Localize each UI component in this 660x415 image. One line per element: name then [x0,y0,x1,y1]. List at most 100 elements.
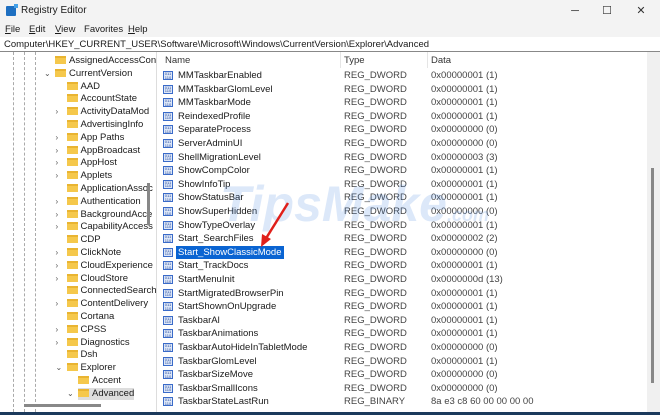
chevron-right-icon[interactable]: › [56,196,59,208]
tree-node[interactable]: › CloudStore [56,273,129,285]
tree-vertical-scrollbar[interactable] [147,183,150,225]
tree-node[interactable]: › Diagnostics [56,337,130,349]
menu-help[interactable]: Help [128,24,148,35]
value-type: REG_DWORD [344,274,407,285]
column-header-name[interactable]: Name [165,55,190,66]
chevron-down-icon[interactable]: ⌄ [44,68,51,80]
value-row[interactable]: 011 110 TaskbarAnimations REG_DWORD 0x000000… [160,327,647,340]
chevron-right-icon[interactable]: › [56,273,59,285]
value-row[interactable]: 011 110 StartMenuInit REG_DWORD 0x0000000d (… [160,273,647,286]
value-row[interactable]: 011 110 ShowInfoTip REG_DWORD 0x00000001 (1) [160,178,647,191]
chevron-down-icon[interactable]: ⌄ [67,388,74,400]
value-row[interactable]: 011 110 SeparateProcess REG_DWORD 0x00000000… [160,123,647,136]
scrollbar-thumb[interactable] [651,168,654,383]
tree-node[interactable]: ApplicationAssoc [66,183,153,195]
menu-view[interactable]: View [55,24,75,35]
chevron-right-icon[interactable]: › [56,132,59,144]
address-bar[interactable]: Computer\HKEY_CURRENT_USER\Software\Micr… [0,37,660,52]
value-name: MMTaskbarMode [178,97,251,109]
menu-edit[interactable]: Edit [29,24,45,35]
value-row[interactable]: 011 110 ShowCompColor REG_DWORD 0x00000001 (… [160,164,647,177]
tree-node[interactable]: Cortana [66,311,114,323]
close-button[interactable]: ✕ [624,0,658,22]
tree-node[interactable]: › Applets [56,170,113,182]
value-row[interactable]: 011 110 Start_TrackDocs REG_DWORD 0x00000001… [160,259,647,272]
tree-node[interactable]: › AppBroadcast [56,145,141,157]
value-row[interactable]: 011 110 StartShownOnUpgrade REG_DWORD 0x0000… [160,300,647,313]
value-row[interactable]: 011 110 ServerAdminUI REG_DWORD 0x00000000 (… [160,137,647,150]
value-row[interactable]: 011 110 Start_ShowClassicMode REG_DWORD 0x00… [160,245,647,259]
chevron-right-icon[interactable]: › [56,170,59,182]
value-type: REG_DWORD [344,246,407,258]
column-separator[interactable] [427,52,428,68]
chevron-right-icon[interactable]: › [56,260,59,272]
value-row[interactable]: 011 110 ShowTypeOverlay REG_DWORD 0x00000001… [160,219,647,232]
chevron-right-icon[interactable]: › [56,221,59,233]
column-header-type[interactable]: Type [344,55,365,66]
value-row[interactable]: 011 110 MMTaskbarGlomLevel REG_DWORD 0x00000… [160,83,647,96]
menu-favorites[interactable]: Favorites [84,24,123,35]
tree-node-label: App Paths [80,131,125,143]
value-row[interactable]: 011 110 ShowSuperHidden REG_DWORD 0x00000000… [160,205,647,218]
value-row[interactable]: 011 110 TaskbarGlomLevel REG_DWORD 0x0000000… [160,355,647,368]
tree-node[interactable]: ⌄ CurrentVersion [44,68,132,80]
tree-node[interactable]: › CloudExperience [56,260,153,272]
chevron-right-icon[interactable]: › [56,298,59,310]
chevron-down-icon[interactable]: ⌄ [56,362,63,374]
folder-icon [66,222,78,231]
tree-node[interactable]: › App Paths [56,131,125,144]
tree-node[interactable]: › ContentDelivery [56,298,149,310]
value-row[interactable]: 011 110 TaskbarStateLastRun REG_BINARY 8a e3… [160,395,647,408]
maximize-button[interactable]: ☐ [590,0,624,22]
tree-node[interactable]: › CapabilityAccess [56,221,153,233]
value-row[interactable]: 011 110 ShowStatusBar REG_DWORD 0x00000001 (… [160,191,647,204]
chevron-right-icon[interactable]: › [56,106,59,118]
minimize-button[interactable]: ─ [558,0,592,22]
value-row[interactable]: 011 110 TaskbarAl REG_DWORD 0x00000001 (1) [160,314,647,327]
values-list[interactable]: Name Type Data 011 110 MMTaskbarEnabled REG… [160,52,647,412]
tree-node[interactable]: ⌄ Advanced [67,387,135,400]
value-name: TaskbarAutoHideInTabletMode [178,342,308,353]
value-row[interactable]: 011 110 TaskbarAutoHideInTabletMode REG_DWO… [160,341,647,354]
tree-node[interactable]: › CPSS [56,324,107,336]
tree-horizontal-scrollbar[interactable] [24,404,101,407]
chevron-right-icon[interactable]: › [56,337,59,349]
tree-node[interactable]: AccountState [66,93,137,105]
chevron-right-icon[interactable]: › [56,145,59,157]
tree-node-label: BackgroundAcce [80,208,153,220]
chevron-right-icon[interactable]: › [56,324,59,336]
tree-node[interactable]: Accent [78,375,121,387]
tree-node[interactable]: › BackgroundAcce [56,208,153,221]
folder-icon [66,235,78,244]
value-data: 0x00000002 (2) [431,233,498,245]
tree-node[interactable]: ⌄ Explorer [56,362,116,374]
tree-node[interactable]: ConnectedSearch [66,285,156,297]
values-vertical-scrollbar[interactable] [647,52,660,412]
tree-node[interactable]: AssignedAccessCon [55,55,156,67]
menu-file[interactable]: File [5,24,20,35]
tree-node[interactable]: › ActivityDataMod [56,106,150,118]
tree-node[interactable]: AdvertisingInfo [66,119,143,131]
tree-node[interactable]: Dsh [66,349,97,361]
value-row[interactable]: 011 110 StartMigratedBrowserPin REG_DWORD 0x… [160,287,647,300]
tree-node[interactable]: › Authentication [56,196,141,208]
chevron-right-icon[interactable]: › [56,157,59,169]
column-separator[interactable] [340,52,341,68]
tree-node[interactable]: AAD [66,81,100,93]
tree-node[interactable]: CDP [66,234,101,246]
folder-icon [66,248,78,256]
tree-node[interactable]: › AppHost [56,157,117,169]
chevron-right-icon[interactable]: › [56,209,59,221]
value-row[interactable]: 011 110 Start_SearchFiles REG_DWORD 0x000000… [160,232,647,245]
value-row[interactable]: 011 110 ReindexedProfile REG_DWORD 0x0000000… [160,110,647,123]
value-row[interactable]: 011 110 ShellMigrationLevel REG_DWORD 0x0000… [160,151,647,164]
tree-node[interactable]: › ClickNote [56,247,122,259]
value-row[interactable]: 011 110 MMTaskbarEnabled REG_DWORD 0x0000000… [160,69,647,82]
value-row[interactable]: 011 110 TaskbarSmallIcons REG_DWORD 0x000000… [160,382,647,395]
value-row[interactable]: 011 110 TaskbarSizeMove REG_DWORD 0x00000000… [160,368,647,381]
key-tree[interactable]: AssignedAccessCon ⌄ CurrentVersion AAD Accou… [0,52,157,412]
column-header-data[interactable]: Data [431,55,451,66]
tree-node-label: ContentDelivery [80,298,149,310]
value-row[interactable]: 011 110 MMTaskbarMode REG_DWORD 0x00000001 (… [160,96,647,109]
chevron-right-icon[interactable]: › [56,247,59,259]
